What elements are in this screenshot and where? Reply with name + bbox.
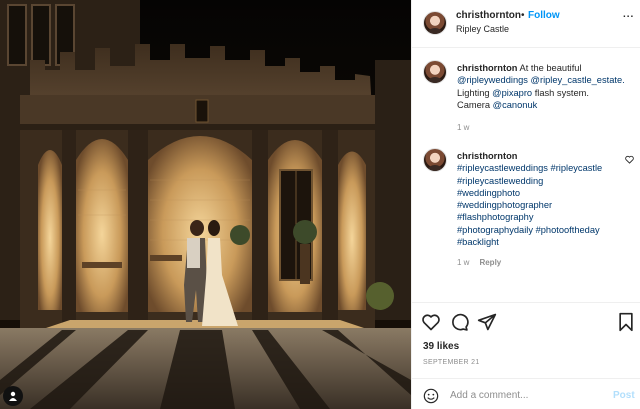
add-comment-row: Post xyxy=(412,378,640,409)
emoji-icon[interactable] xyxy=(423,388,439,404)
caption-avatar[interactable] xyxy=(423,60,447,84)
comment-time[interactable]: 1 w xyxy=(457,258,469,267)
comment-username[interactable]: christhornton xyxy=(457,151,517,161)
hashtag-line[interactable]: #flashphotography xyxy=(457,211,635,223)
bookmark-icon[interactable] xyxy=(616,312,636,332)
caption-intro: At the beautiful xyxy=(517,63,582,73)
post-side-panel: christhornton • Follow Ripley Castle ...… xyxy=(411,0,640,409)
comment-avatar[interactable] xyxy=(423,148,447,172)
reply-button[interactable]: Reply xyxy=(479,258,501,267)
follow-button[interactable]: Follow xyxy=(528,10,560,21)
caption-lighting: Lighting xyxy=(457,87,490,98)
mention-ripley-castle-estate[interactable]: @ripley_castle_estate. xyxy=(531,75,625,85)
avatar[interactable] xyxy=(423,11,447,35)
comment: christhornton #ripleycastleweddings #rip… xyxy=(423,148,638,278)
post-header: christhornton • Follow Ripley Castle ... xyxy=(412,0,640,48)
add-comment-input[interactable] xyxy=(450,387,600,403)
post-photo[interactable] xyxy=(0,0,411,409)
caption-username[interactable]: christhornton xyxy=(457,63,517,73)
mention-ripleyweddings[interactable]: @ripleyweddings xyxy=(457,75,528,85)
caption: christhornton At the beautiful @ripleywe… xyxy=(423,60,638,138)
location-link[interactable]: Ripley Castle xyxy=(456,24,509,34)
user-tag-icon xyxy=(9,391,17,401)
hashtag-line[interactable]: #ripleycastleweddings #ripleycastle xyxy=(457,162,635,174)
hashtag-line[interactable]: #ripleycastlewedding xyxy=(457,175,635,187)
caption-time[interactable]: 1 w xyxy=(457,123,469,132)
hashtag-line[interactable]: #backlight xyxy=(457,236,635,248)
likes-count[interactable]: 39 likes xyxy=(423,341,459,352)
comment-meta: 1 w Reply xyxy=(457,258,501,267)
share-icon[interactable] xyxy=(477,312,497,332)
post-date: SEPTEMBER 21 xyxy=(423,359,480,366)
user-tags-button[interactable] xyxy=(3,386,23,406)
more-options-button[interactable]: ... xyxy=(623,9,634,20)
comment-text: christhornton #ripleycastleweddings #rip… xyxy=(457,150,635,248)
hashtag-line[interactable]: #photographydaily #photooftheday xyxy=(457,224,635,236)
caption-flash: flash system. xyxy=(534,87,589,98)
hashtag-line[interactable]: #weddingphotographer xyxy=(457,199,635,211)
heart-icon[interactable] xyxy=(421,312,441,332)
follow-separator: • xyxy=(521,10,525,21)
post-comment-button[interactable]: Post xyxy=(613,390,635,401)
header-username[interactable]: christhornton xyxy=(456,10,521,21)
hashtag-line[interactable]: #weddingphoto xyxy=(457,187,635,199)
mention-pixapro[interactable]: @pixapro xyxy=(492,88,532,98)
mention-canonuk[interactable]: @canonuk xyxy=(493,100,538,110)
caption-camera: Camera xyxy=(457,99,491,110)
comment-icon[interactable] xyxy=(449,312,469,332)
castle-wedding-photo xyxy=(0,0,411,409)
caption-text: christhornton At the beautiful @ripleywe… xyxy=(457,62,635,111)
comment-like-heart-icon[interactable] xyxy=(625,155,634,164)
action-bar xyxy=(412,302,640,338)
